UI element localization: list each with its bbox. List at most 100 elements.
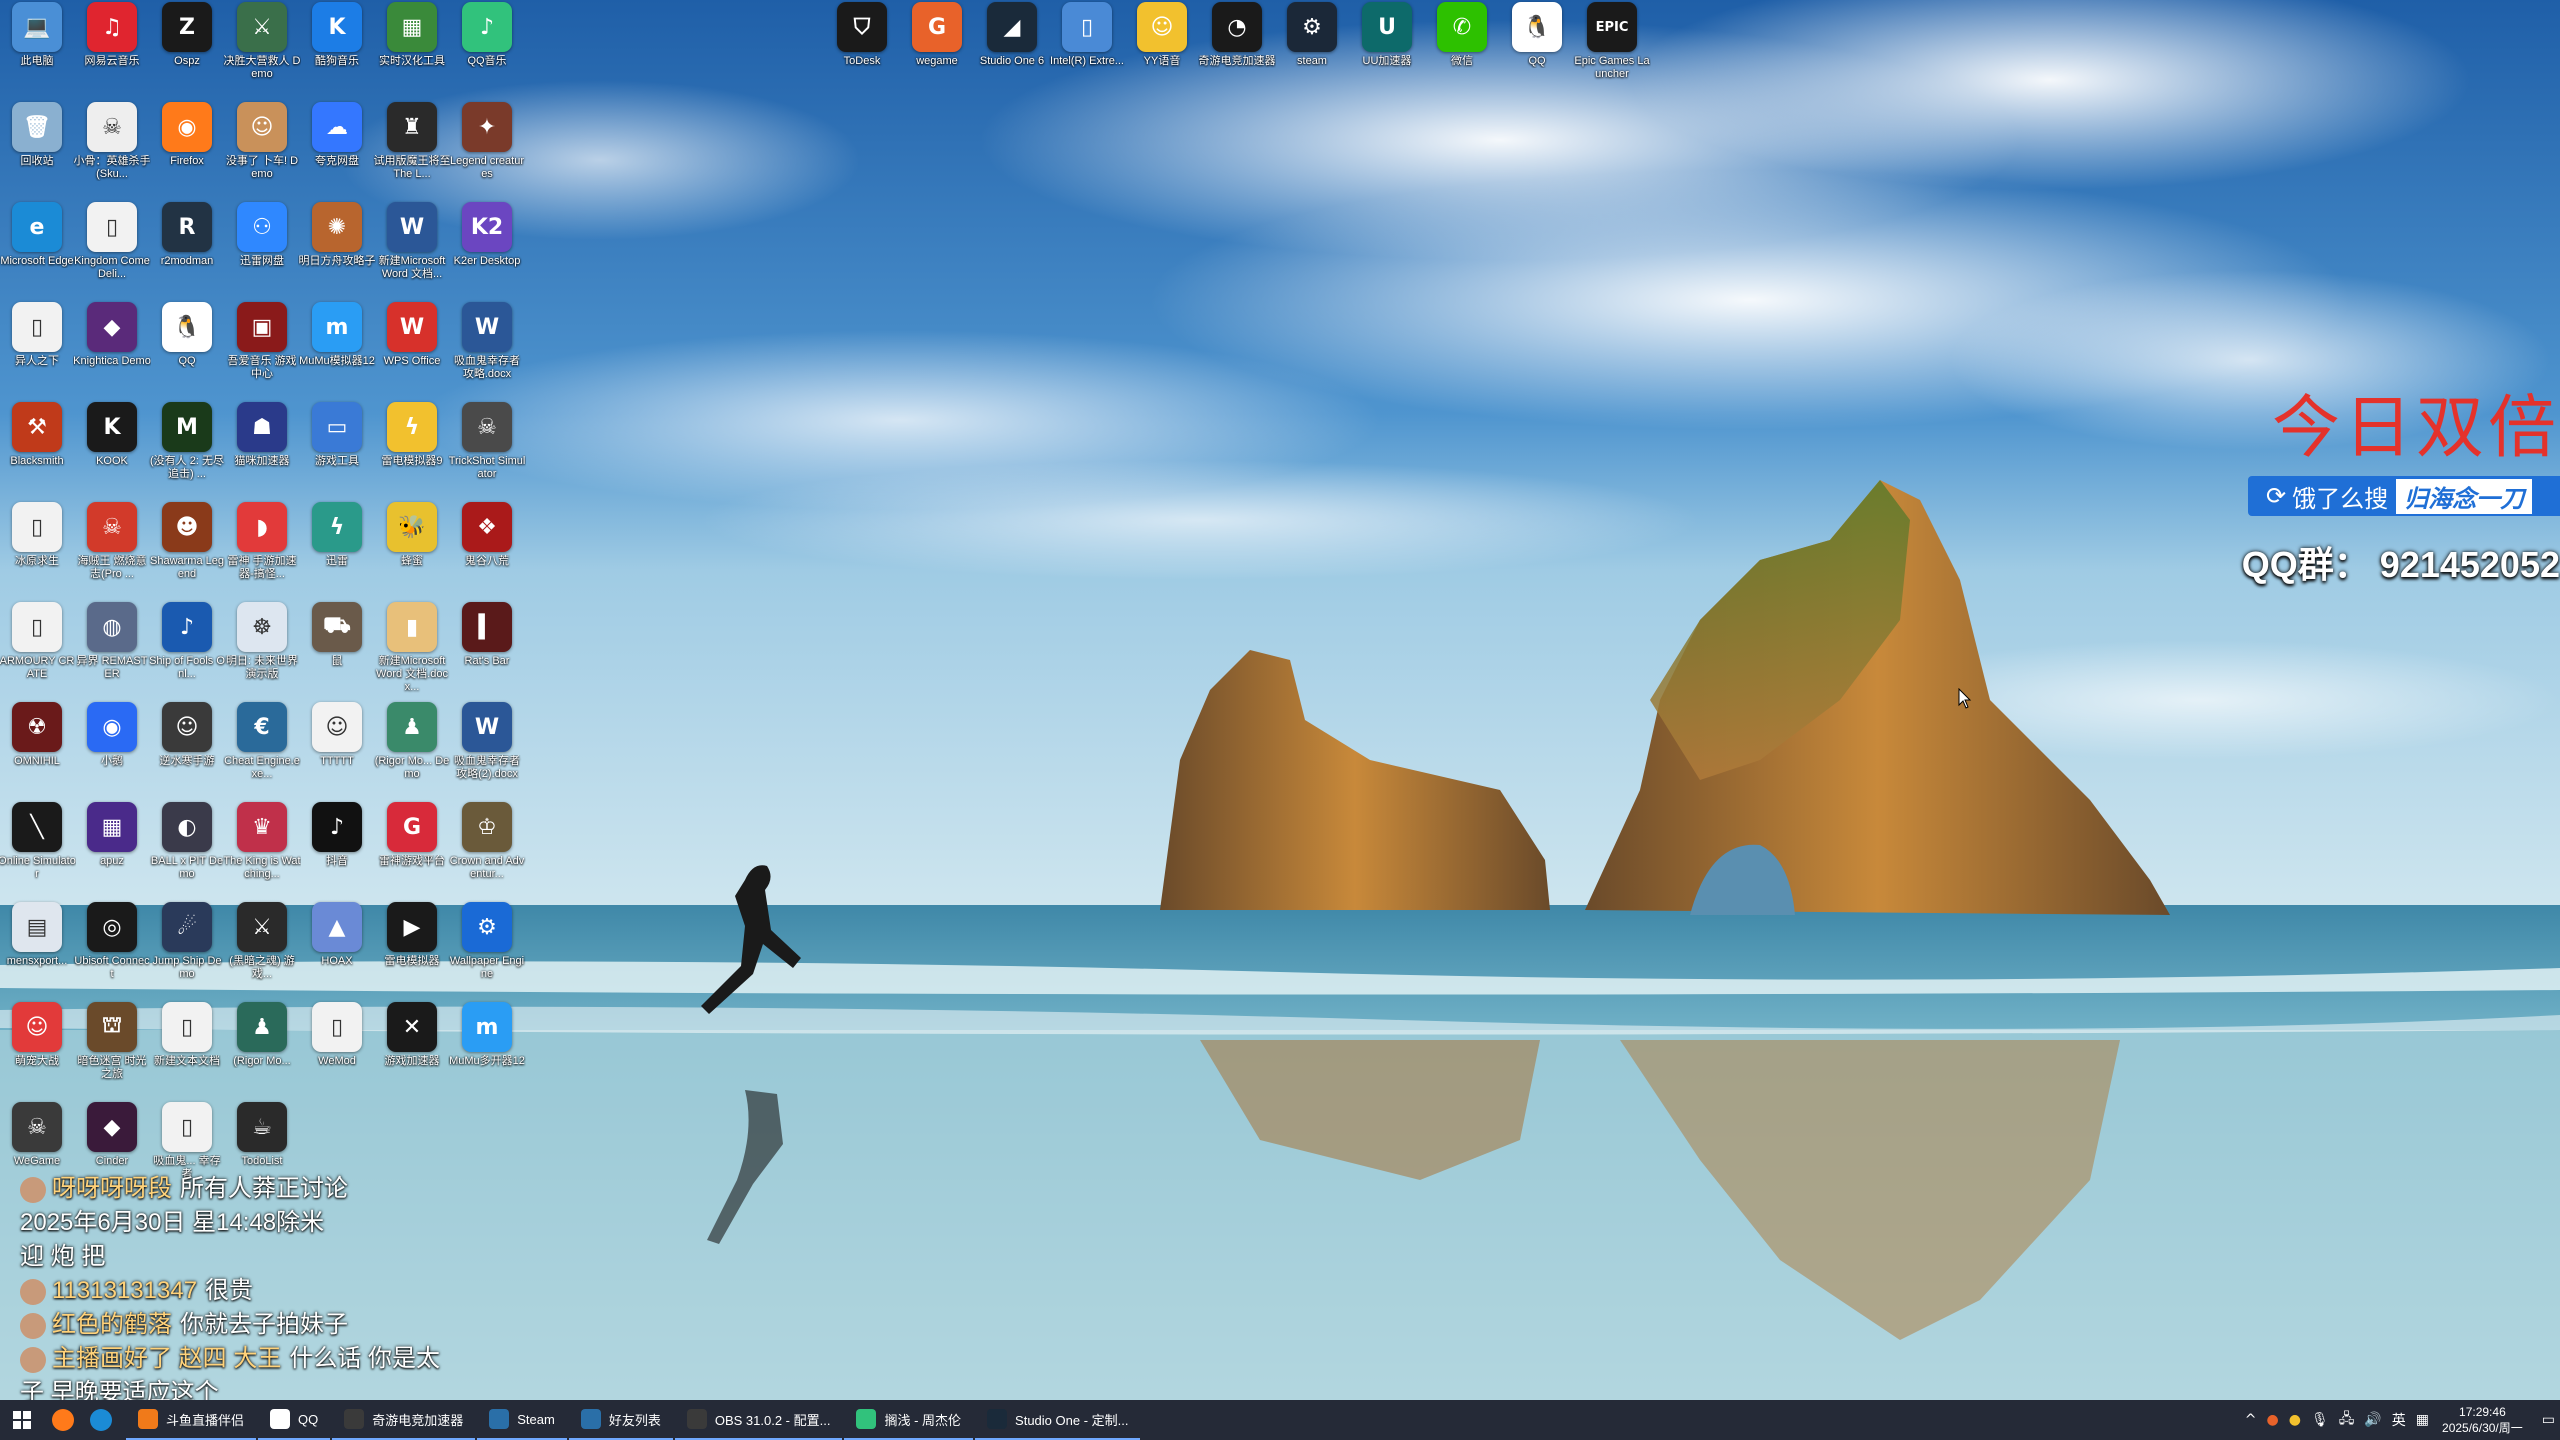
desktop-icon[interactable]: ▮ 新建Microsoft Word 文档.docx... (375, 602, 449, 702)
desktop-icon[interactable]: ▤ mensxport... (0, 902, 74, 1002)
desktop-icon[interactable]: ▍ Rat's Bar (450, 602, 524, 702)
desktop-icon[interactable]: ⛉ ToDesk (825, 2, 899, 102)
desktop-icon[interactable]: ☻ Shawarma Legend (150, 502, 224, 602)
desktop-icon[interactable]: 🗑 回收站 (0, 102, 74, 202)
desktop-icon[interactable]: 🐧 QQ (150, 302, 224, 402)
desktop-icon[interactable]: ☺ 萌宠大战 (0, 1002, 74, 1102)
desktop-icon[interactable]: Rr2modman (150, 202, 224, 302)
desktop-icon[interactable]: G 雷神游戏平台 (375, 802, 449, 902)
desktop-icon[interactable]: ◐ BALL x PIT Demo (150, 802, 224, 902)
taskbar-app[interactable]: 斗鱼直播伴侣 (126, 1400, 257, 1440)
desktop-icon[interactable]: K KOOK (75, 402, 149, 502)
desktop-icon[interactable]: ✦ Legend creatures (450, 102, 524, 202)
desktop-icon[interactable]: ⛟ 鼠 (300, 602, 374, 702)
microphone-icon[interactable]: 🎙 (2311, 1412, 2329, 1428)
desktop-icon[interactable]: ◍ 异界 REMASTER (75, 602, 149, 702)
desktop-icon[interactable]: ▯ WeMod (300, 1002, 374, 1102)
desktop-icon[interactable]: M (没有人 2: 无尽追击) ... (150, 402, 224, 502)
desktop-icon[interactable]: ⚙ Wallpaper Engine (450, 902, 524, 1002)
desktop-icon[interactable]: K 酷狗音乐 (300, 2, 374, 102)
desktop-icon[interactable]: ▯ Intel(R) Extre... (1050, 2, 1124, 102)
desktop-icon[interactable]: ♪ 抖音 (300, 802, 374, 902)
desktop-icon[interactable]: W WPS Office (375, 302, 449, 402)
desktop-icon[interactable]: ♛ The King is Watching... (223, 802, 301, 902)
taskbar-app[interactable]: QQ (258, 1400, 331, 1440)
desktop-icon[interactable]: ◗ 雷神 手游加速器-搞怪... (225, 502, 299, 602)
desktop-icon[interactable]: ϟ 雷电模拟器9 (375, 402, 449, 502)
taskbar-pin-edge[interactable] (82, 1400, 120, 1440)
desktop-icon[interactable]: W 新建Microsoft Word 文档... (375, 202, 449, 302)
ime-mode-icon[interactable]: ▦ (2416, 1412, 2429, 1428)
desktop-icon[interactable]: ♫ 网易云音乐 (75, 2, 149, 102)
desktop-icon[interactable]: ⚔ (黑暗之魂) 游戏... (225, 902, 299, 1002)
desktop-icon[interactable]: ▦ apuz (75, 802, 149, 902)
desktop-icon[interactable]: ☠ TrickShot Simulator (449, 402, 525, 502)
desktop-icon[interactable]: ♟ (Rigor Mo... (225, 1002, 299, 1102)
taskbar-app[interactable]: 搁浅 - 周杰伦 (844, 1400, 974, 1440)
desktop-icon[interactable]: Z Ospz (150, 2, 224, 102)
desktop-icon[interactable]: ▶ 雷电模拟器 (375, 902, 449, 1002)
desktop-icon[interactable]: ☺ 没事了 卜车! Demo (225, 102, 299, 202)
desktop-icon[interactable]: ☗ 猫咪加速器 (225, 402, 299, 502)
desktop-icon[interactable]: ▯ Kingdom Come Deli... (74, 202, 150, 302)
desktop-icon[interactable]: ▯ ARMOURY CRATE (0, 602, 74, 702)
desktop-icon[interactable]: EPIC Epic Games Launcher (1574, 2, 1650, 102)
tray-app-icon[interactable]: ● (2267, 1412, 2279, 1428)
input-method-indicator[interactable]: 英 (2392, 1410, 2406, 1430)
taskbar-app[interactable]: OBS 31.0.2 - 配置... (674, 1400, 843, 1440)
desktop-icon[interactable]: ⛫ 暗色迷宫 时光之旅 (75, 1002, 149, 1102)
desktop-icon[interactable]: ◢ Studio One 6 (975, 2, 1049, 102)
desktop-icon[interactable]: ♔ Crown and Adventur... (450, 802, 524, 902)
desktop-icon[interactable]: ☁ 夸克网盘 (300, 102, 374, 202)
desktop-icon[interactable]: ✕ 游戏加速器 (375, 1002, 449, 1102)
desktop-icon[interactable]: ❖ 鬼谷八荒 (450, 502, 524, 602)
desktop-icon[interactable]: ☺ YY语音 (1125, 2, 1199, 102)
desktop-icon[interactable]: ✆ 微信 (1425, 2, 1499, 102)
desktop-icon[interactable]: ♜ 试用版魔王将至 The L... (374, 102, 451, 202)
desktop-icon[interactable]: ☠ 小骨：英雄杀手(Sku... (74, 102, 151, 202)
desktop-icon[interactable]: m MuMu多开器12 (449, 1002, 525, 1102)
desktop-icon[interactable]: ☸ 明日: 未来世界 演示版 (225, 602, 299, 702)
desktop-icon[interactable]: K2 K2er Desktop (450, 202, 524, 302)
desktop-icon[interactable]: ▯ 新建文本文档 (150, 1002, 224, 1102)
network-icon[interactable]: 🖧 (2339, 1408, 2355, 1432)
desktop-icon[interactable]: e Microsoft Edge (0, 202, 74, 302)
desktop-icon[interactable]: 🐧 QQ (1500, 2, 1574, 102)
tray-app-icon[interactable]: ● (2289, 1412, 2301, 1428)
desktop-icon[interactable]: 🐝 蜂蜜 (375, 502, 449, 602)
desktop-icon[interactable]: ▦ 实时汉化工具 (375, 2, 449, 102)
desktop-icon[interactable]: ╲ Online Simulator (0, 802, 76, 902)
desktop-icon[interactable]: ◎ Ubisoft Connect (74, 902, 150, 1002)
desktop-icon[interactable]: ▣ 吾爱音乐 游戏中心 (225, 302, 299, 402)
desktop-icon[interactable]: W 吸血鬼幸存者 攻略(2).docx (450, 702, 524, 802)
desktop-icon[interactable]: ♪ Ship of Fools Onl... (149, 602, 225, 702)
desktop-icon[interactable]: ◉ 小鹅 (75, 702, 149, 802)
desktop-icon[interactable]: € Cheat Engine.exe... (224, 702, 300, 802)
desktop-icon[interactable]: ☺ TTTTT (300, 702, 374, 802)
desktop-icon[interactable]: ⚇ 迅雷网盘 (225, 202, 299, 302)
taskbar-app[interactable]: 奇游电竞加速器 (332, 1400, 476, 1440)
desktop-icon[interactable]: ▭ 游戏工具 (300, 402, 374, 502)
show-hidden-icons-chevron-icon[interactable]: ^ (2245, 1412, 2257, 1428)
desktop-icon[interactable]: Gwegame (900, 2, 974, 102)
notification-icon[interactable]: ▭ (2542, 1412, 2555, 1428)
desktop-icon[interactable]: ϟ 迅雷 (300, 502, 374, 602)
desktop-icon[interactable]: W 吸血鬼幸存者 攻略.docx (450, 302, 524, 402)
volume-icon[interactable]: 🔊 (2364, 1412, 2381, 1428)
start-button[interactable] (0, 1400, 44, 1440)
taskbar-app[interactable]: Studio One - 定制... (975, 1400, 1141, 1440)
desktop-icon[interactable]: ☺ 逆水寒手游 (150, 702, 224, 802)
desktop-icon[interactable]: ⚒ Blacksmith (0, 402, 74, 502)
desktop-icon[interactable]: ▯ 异人之下 (0, 302, 74, 402)
desktop-icon[interactable]: U UU加速器 (1350, 2, 1424, 102)
desktop[interactable]: 💻 此电脑 ♫ 网易云音乐 Z Ospz ⚔ 决胜大营救人 Demo K 酷狗音乐 ▦ 实时汉化工具 ♪… (0, 0, 2560, 1400)
desktop-icon[interactable]: ◉ Firefox (150, 102, 224, 202)
taskbar-pin-firefox[interactable] (44, 1400, 82, 1440)
desktop-icon[interactable]: ☠ 海贼王 燃烧意志(Pro ... (75, 502, 149, 602)
desktop-icon[interactable]: ☄ Jump Ship Demo (150, 902, 224, 1002)
desktop-icon[interactable]: ▲ HOAX (300, 902, 374, 1002)
desktop-icon[interactable]: ☢ OMNIHIL (0, 702, 74, 802)
desktop-icon[interactable]: 💻 此电脑 (0, 2, 74, 102)
desktop-icon[interactable]: ⚙ steam (1275, 2, 1349, 102)
desktop-icon[interactable]: ♪ QQ音乐 (450, 2, 524, 102)
